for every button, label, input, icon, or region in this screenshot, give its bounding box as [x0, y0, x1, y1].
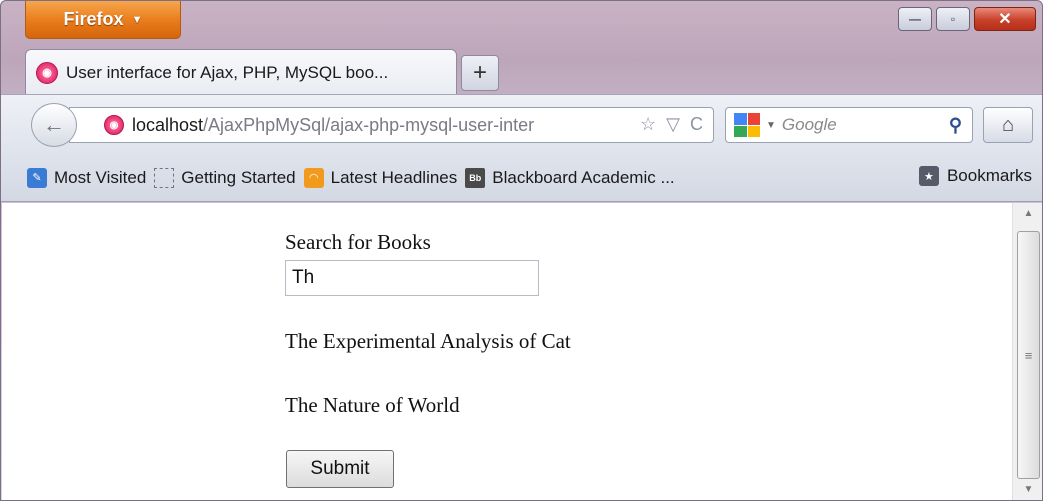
new-tab-button[interactable]: +: [461, 55, 499, 91]
chevron-down-icon: ▼: [131, 13, 143, 26]
browser-window: Firefox ▼ — ▫ ✕ ◉ User interface for Aja…: [0, 0, 1043, 501]
bookmark-label: Most Visited: [54, 167, 147, 187]
navigation-toolbar: ◉ localhost /AjaxPhpMySql/ajax-php-mysql…: [1, 94, 1042, 154]
bookmarks-menu[interactable]: ★ Bookmarks: [918, 166, 1032, 186]
minimize-icon: —: [909, 12, 921, 26]
back-arrow-icon: ←: [43, 112, 65, 137]
dropdown-arrow-icon[interactable]: ▽: [666, 114, 680, 135]
home-icon: ⌂: [1001, 113, 1015, 136]
site-identity-icon[interactable]: ◉: [104, 115, 124, 135]
reload-icon[interactable]: C: [690, 114, 703, 135]
back-button[interactable]: ←: [31, 103, 77, 147]
chevron-down-icon: ▼: [766, 119, 776, 131]
search-result-item[interactable]: The Experimental Analysis of Cat: [285, 329, 571, 354]
window-controls: — ▫ ✕: [898, 7, 1036, 31]
bookmark-most-visited[interactable]: ✎ Most Visited: [27, 167, 147, 188]
star-icon[interactable]: ☆: [640, 114, 656, 135]
url-bar[interactable]: ◉ localhost /AjaxPhpMySql/ajax-php-mysql…: [69, 107, 714, 143]
bookmarks-menu-label: Bookmarks: [946, 166, 1032, 185]
bookmark-blackboard[interactable]: Bb Blackboard Academic ...: [465, 167, 675, 188]
grip-icon: ≡: [1024, 347, 1033, 363]
search-result-item[interactable]: The Nature of World: [285, 393, 460, 418]
minimize-button[interactable]: —: [898, 7, 932, 31]
getting-started-icon: [154, 167, 175, 188]
search-icon[interactable]: ⚲: [949, 115, 962, 136]
vertical-scrollbar[interactable]: ▲ ≡ ▼: [1012, 203, 1042, 500]
most-visited-icon: ✎: [27, 167, 47, 188]
bookmark-star-icon: ★: [918, 166, 939, 186]
url-path: /AjaxPhpMySql/ajax-php-mysql-user-inter: [203, 114, 535, 135]
bookmarks-toolbar: ✎ Most Visited Getting Started ◠ Latest …: [1, 154, 1042, 202]
maximize-icon: ▫: [950, 12, 956, 26]
rss-icon: ◠: [303, 167, 324, 188]
search-engine-placeholder: Google: [781, 115, 837, 134]
page-content: Search for Books The Experimental Analys…: [2, 203, 1012, 500]
tab-active[interactable]: ◉ User interface for Ajax, PHP, MySQL bo…: [25, 49, 457, 95]
home-button[interactable]: ⌂: [983, 107, 1033, 143]
google-icon[interactable]: [734, 113, 760, 137]
tab-title: User interface for Ajax, PHP, MySQL boo.…: [66, 62, 389, 82]
bookmark-label: Blackboard Academic ...: [492, 167, 675, 187]
url-host: localhost: [132, 114, 204, 135]
submit-button[interactable]: Submit: [286, 450, 394, 488]
search-bar[interactable]: ▼ Google ⚲: [725, 107, 973, 143]
search-label: Search for Books: [285, 230, 431, 254]
bookmark-label: Latest Headlines: [330, 167, 458, 187]
bookmark-label: Getting Started: [181, 167, 296, 187]
maximize-button[interactable]: ▫: [936, 7, 970, 31]
close-icon: ✕: [998, 11, 1012, 28]
ajax-site-icon: ◉: [36, 61, 58, 84]
bookmark-latest-headlines[interactable]: ◠ Latest Headlines: [303, 167, 458, 188]
firefox-menu-button[interactable]: Firefox ▼: [25, 1, 181, 39]
close-button[interactable]: ✕: [974, 7, 1036, 31]
scroll-down-icon[interactable]: ▼: [1013, 479, 1042, 500]
scrollbar-thumb[interactable]: ≡: [1017, 231, 1040, 479]
firefox-menu-label: Firefox: [63, 9, 124, 29]
book-search-input[interactable]: [285, 260, 539, 296]
bookmark-getting-started[interactable]: Getting Started: [154, 167, 296, 188]
blackboard-icon: Bb: [465, 167, 486, 188]
plus-icon: +: [472, 59, 487, 86]
scroll-up-icon[interactable]: ▲: [1013, 203, 1042, 225]
